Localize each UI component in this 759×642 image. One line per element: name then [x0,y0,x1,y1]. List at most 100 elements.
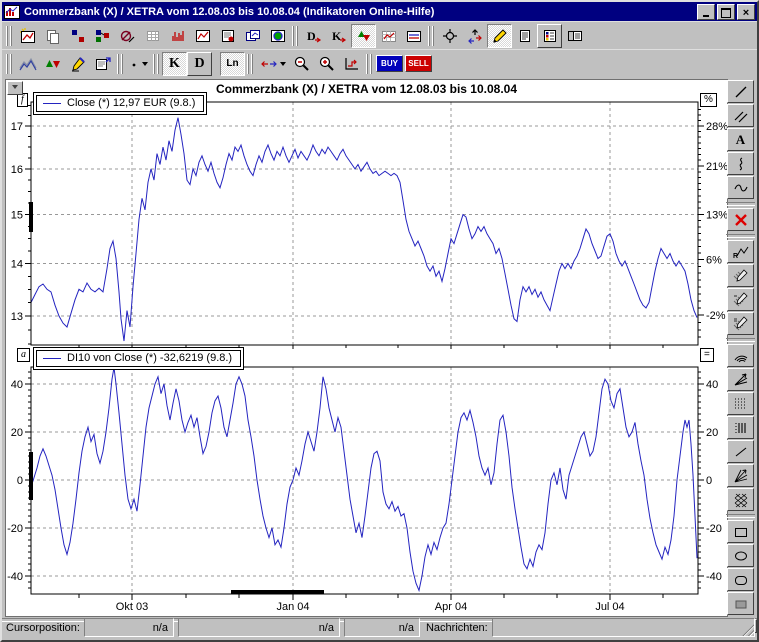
crosshatch-icon [733,492,749,508]
zoom-in-button[interactable] [314,52,339,76]
draw-hatch-tool-3[interactable] [727,312,754,335]
fibonacci-lines-icon [733,396,749,412]
chevron-down-icon [12,85,18,92]
histogram-icon [170,28,186,44]
detail-panel-button[interactable] [562,24,587,48]
data-points-button[interactable] [65,24,90,48]
line-tool[interactable] [727,80,754,103]
toolbar-grip[interactable] [6,26,13,46]
line-panel-button[interactable] [401,24,426,48]
svg-text:-20: -20 [706,523,722,535]
pane2-legend[interactable]: DI10 von Close (*) -32,6219 (9.8.) [33,347,244,370]
marker-pen-icon [70,56,86,72]
pencil-hatch-icon [732,316,749,332]
toolbar-grip[interactable] [153,54,160,74]
portfolio-structure-button[interactable] [90,24,115,48]
arcs-tool[interactable] [727,344,754,367]
buy-button[interactable]: BUY [376,55,403,72]
line-style-button[interactable] [126,52,151,76]
toolbar-grip[interactable] [366,54,373,74]
indicator-d-button[interactable]: D [301,24,326,48]
close-button[interactable]: × [737,4,755,20]
svg-text:-20: -20 [7,523,23,535]
toolbar-grip[interactable] [117,54,124,74]
ellipse-tool[interactable] [727,544,754,567]
crosshatch-tool[interactable] [727,488,754,511]
fibonacci-lines-tool[interactable] [727,392,754,415]
chart-stack-icon [245,28,261,44]
compress-view-button[interactable] [351,24,376,48]
messages-field [492,618,755,637]
filled-rectangle-tool[interactable] [727,592,754,615]
fan-corner-tool[interactable] [727,464,754,487]
cursor-value-field-2: n/a [178,618,340,637]
filled-rectangle-icon [733,596,749,612]
toolbar-grip[interactable] [6,54,13,74]
vertical-lines-tool[interactable] [727,416,754,439]
toolbar-grip[interactable] [428,26,435,46]
log-scale-button[interactable]: Ln [220,52,245,76]
mountain-chart-button[interactable] [15,52,40,76]
crosshair-button[interactable] [437,24,462,48]
chart-stack-button[interactable] [240,24,265,48]
svg-text:Jan 04: Jan 04 [276,601,309,613]
daily-chart-button[interactable]: D [187,52,212,76]
draw-hatch-tool-1[interactable] [727,264,754,287]
toolbar-grip[interactable] [292,26,299,46]
delete-drawing-button[interactable] [115,24,140,48]
minimize-button[interactable] [697,4,715,20]
grid-chart-button[interactable] [376,24,401,48]
wave-icon [733,180,749,196]
delete-tool[interactable] [727,208,754,231]
notes-document-button[interactable] [512,24,537,48]
zigzag-icon [733,156,749,172]
pane1-function-marker[interactable]: f [17,93,28,107]
regression-icon: R [732,244,750,260]
tools-separator [726,234,755,238]
maximize-button[interactable] [717,4,735,20]
new-chart-button[interactable] [15,24,40,48]
indicator-k-button[interactable]: K [326,24,351,48]
cursor-position-label: Cursorposition: [6,622,80,634]
svg-text:15: 15 [11,210,23,222]
fit-width-button[interactable] [256,52,289,76]
chart-canvas[interactable]: Commerzbank (X) / XETRA vom 12.08.03 bis… [5,79,728,617]
zoom-out-button[interactable] [289,52,314,76]
draw-hatch-tool-2[interactable] [727,288,754,311]
pencil-hatch-icon [732,268,749,284]
svg-text:Apr 04: Apr 04 [435,601,467,613]
fan-arrow-icon [733,372,749,388]
copy-chart-button[interactable] [40,24,65,48]
chart-web-button[interactable] [265,24,290,48]
line-panel-icon [406,28,422,44]
pane1-legend[interactable]: Close (*) 12,97 EUR (9.8.) [33,92,207,115]
pane2-equals-marker[interactable]: = [700,348,714,362]
sell-button[interactable]: SELL [405,55,432,72]
zigzag-tool[interactable] [727,152,754,175]
pane2-function-marker[interactable]: a [17,348,30,362]
text-tool[interactable]: A [727,128,754,151]
candle-chart-button[interactable]: K [162,52,187,76]
report-button[interactable] [215,24,240,48]
pane-collapse-button[interactable] [7,81,23,95]
parallel-lines-tool[interactable] [727,104,754,127]
rounded-rectangle-tool[interactable] [727,568,754,591]
watchlist-button[interactable] [537,24,562,48]
properties-button[interactable] [90,52,115,76]
histogram-button[interactable] [165,24,190,48]
trendline-tool[interactable] [727,440,754,463]
regression-tool[interactable]: R [727,240,754,263]
toolbar-grip[interactable] [247,54,254,74]
data-table-button[interactable] [140,24,165,48]
app-icon [4,5,20,19]
pane1-percent-marker[interactable]: % [700,93,717,107]
zigzag-triangles-button[interactable] [40,52,65,76]
draw-pen-button[interactable] [487,24,512,48]
fan-arrow-tool[interactable] [727,368,754,391]
marker-pen-button[interactable] [65,52,90,76]
wave-tool[interactable] [727,176,754,199]
rectangle-tool[interactable] [727,520,754,543]
axis-settings-button[interactable] [339,52,364,76]
line-chart-button[interactable] [190,24,215,48]
move-arrows-button[interactable] [462,24,487,48]
